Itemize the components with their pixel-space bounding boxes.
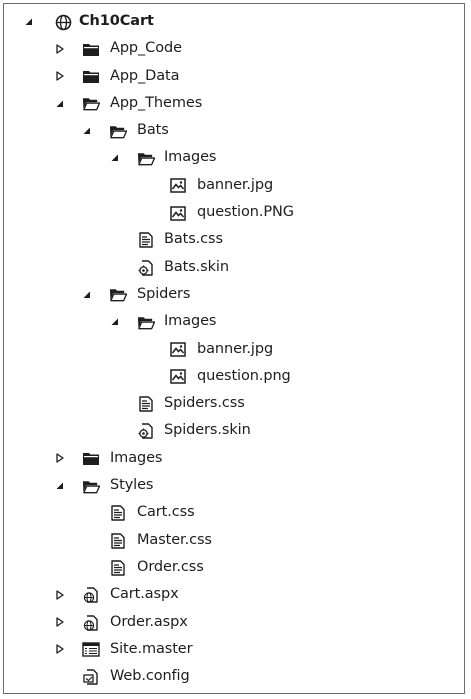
image-file-icon (169, 204, 187, 222)
tree-item-label: Images (110, 449, 163, 466)
folder-closed-icon (82, 68, 100, 86)
folder-open-icon (137, 149, 155, 167)
tree-item-banner-jpg[interactable]: banner.jpg (4, 336, 464, 363)
tree-item-label: Bats (137, 122, 169, 139)
master-file-icon (82, 641, 100, 659)
tree-item-banner-jpg[interactable]: banner.jpg (4, 172, 464, 199)
collapsed-arrow-icon[interactable] (53, 35, 67, 62)
tree-item-app-data[interactable]: App_Data (4, 63, 464, 90)
tree-item-label: Order.css (137, 558, 204, 575)
collapsed-arrow-icon[interactable] (53, 445, 67, 472)
aspx-file-icon (82, 586, 100, 604)
css-file-icon (109, 504, 127, 522)
collapsed-arrow-icon[interactable] (53, 63, 67, 90)
tree-item-label: Images (164, 149, 217, 166)
tree-item-cart-css[interactable]: Cart.css (4, 499, 464, 526)
skin-file-icon (137, 422, 155, 440)
tree-item-bats-css[interactable]: Bats.css (4, 226, 464, 253)
tree-item-master-css[interactable]: Master.css (4, 527, 464, 554)
tree-item-label: Images (164, 313, 217, 330)
tree-item-order-aspx[interactable]: Order.aspx (4, 609, 464, 636)
expanded-arrow-icon[interactable] (53, 90, 67, 117)
tree-item-ch10cart[interactable]: Ch10Cart (4, 8, 464, 35)
tree-item-label: banner.jpg (197, 340, 274, 357)
tree-item-styles[interactable]: Styles (4, 472, 464, 499)
css-file-icon (109, 532, 127, 550)
tree-item-label: Cart.aspx (110, 586, 179, 603)
tree-item-cart-aspx[interactable]: Cart.aspx (4, 581, 464, 608)
tree-item-images[interactable]: Images (4, 445, 464, 472)
tree-item-label: question.PNG (197, 204, 294, 221)
image-file-icon (169, 177, 187, 195)
globe-icon (54, 13, 72, 31)
tree-item-bats[interactable]: Bats (4, 117, 464, 144)
folder-open-icon (82, 477, 100, 495)
tree-item-label: Web.config (110, 668, 190, 685)
collapsed-arrow-icon[interactable] (53, 581, 67, 608)
tree-item-label: Order.aspx (110, 613, 188, 630)
expanded-arrow-icon[interactable] (80, 117, 94, 144)
tree-item-app-themes[interactable]: App_Themes (4, 90, 464, 117)
expanded-arrow-icon[interactable] (80, 281, 94, 308)
tree-item-label: Ch10Cart (79, 13, 154, 29)
css-file-icon (137, 231, 155, 249)
skin-file-icon (137, 259, 155, 277)
tree-item-label: Styles (110, 477, 154, 494)
tree-item-spiders[interactable]: Spiders (4, 281, 464, 308)
tree-item-label: banner.jpg (197, 176, 274, 193)
collapsed-arrow-icon[interactable] (53, 636, 67, 663)
image-file-icon (169, 341, 187, 359)
folder-open-icon (137, 313, 155, 331)
folder-open-icon (82, 95, 100, 113)
folder-closed-icon (82, 40, 100, 58)
tree-item-label: question.png (197, 367, 291, 384)
collapsed-arrow-icon[interactable] (53, 609, 67, 636)
solution-explorer-panel: Ch10Cart App_Code App_Data App_Themes Bats Im… (3, 3, 465, 694)
tree-item-spiders-css[interactable]: Spiders.css (4, 390, 464, 417)
tree-item-label: Site.master (110, 640, 193, 657)
tree-item-label: Bats.css (164, 231, 223, 248)
tree-item-site-master[interactable]: Site.master (4, 636, 464, 663)
tree-item-label: Spiders.css (164, 395, 245, 412)
image-file-icon (169, 368, 187, 386)
solution-tree: Ch10Cart App_Code App_Data App_Themes Bats Im… (4, 8, 464, 690)
tree-item-label: Master.css (137, 531, 212, 548)
folder-open-icon (109, 286, 127, 304)
tree-item-question-png[interactable]: question.png (4, 363, 464, 390)
tree-item-label: App_Themes (110, 94, 203, 111)
tree-item-images[interactable]: Images (4, 308, 464, 335)
tree-item-bats-skin[interactable]: Bats.skin (4, 254, 464, 281)
expanded-arrow-icon[interactable] (53, 472, 67, 499)
expanded-arrow-icon[interactable] (108, 308, 122, 335)
tree-item-label: Spiders (137, 285, 191, 302)
aspx-file-icon (82, 614, 100, 632)
css-file-icon (109, 559, 127, 577)
tree-item-question-png[interactable]: question.PNG (4, 199, 464, 226)
folder-open-icon (109, 122, 127, 140)
tree-item-label: Bats.skin (164, 258, 229, 275)
tree-item-web-config[interactable]: Web.config (4, 663, 464, 690)
tree-item-label: App_Code (110, 40, 182, 57)
tree-item-label: Spiders.skin (164, 422, 251, 439)
folder-closed-icon (82, 450, 100, 468)
expanded-arrow-icon[interactable] (22, 8, 36, 35)
tree-item-app-code[interactable]: App_Code (4, 35, 464, 62)
css-file-icon (137, 395, 155, 413)
tree-item-label: Cart.css (137, 504, 195, 521)
tree-item-order-css[interactable]: Order.css (4, 554, 464, 581)
config-file-icon (82, 668, 100, 686)
tree-item-spiders-skin[interactable]: Spiders.skin (4, 417, 464, 444)
tree-item-images[interactable]: Images (4, 144, 464, 171)
tree-item-label: App_Data (110, 67, 180, 84)
expanded-arrow-icon[interactable] (108, 144, 122, 171)
